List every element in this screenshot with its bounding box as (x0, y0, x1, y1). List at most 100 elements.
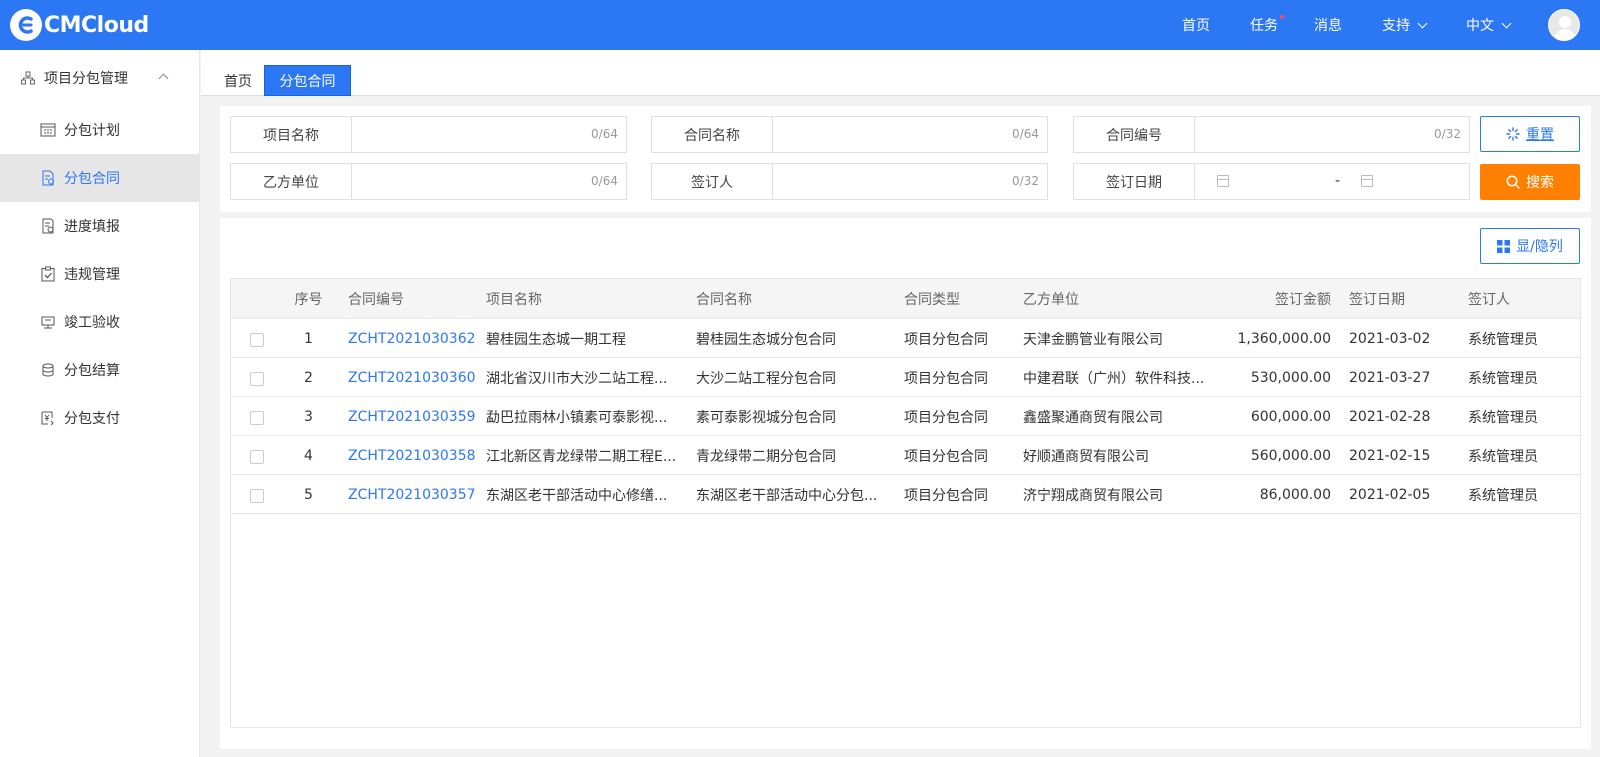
contract-no-label: 合同编号 (1074, 117, 1195, 152)
header-party-b[interactable]: 乙方单位 (1023, 279, 1213, 319)
project-name-field: 项目名称 0/64 (230, 116, 627, 153)
header-type[interactable]: 合同类型 (904, 279, 1004, 319)
calendar-grid-icon (40, 123, 56, 137)
row-index: 2 (304, 369, 313, 386)
contract-no-link[interactable]: ZCHT2021030358 (348, 436, 478, 475)
toggle-columns-button[interactable]: 显/隐列 (1480, 228, 1580, 264)
language-label: 中文 (1466, 18, 1494, 34)
header-date[interactable]: 签订日期 (1349, 279, 1449, 319)
sign-date-range-input[interactable]: - (1195, 164, 1469, 199)
sidebar-item-violation[interactable]: 违规管理 (0, 250, 199, 298)
table-row[interactable]: 2 ZCHT2021030360 湖北省汉川市大沙二站工程... 大沙二站工程分包合同… (231, 358, 1580, 397)
table-row[interactable]: 1 ZCHT2021030362 碧桂园生态城一期工程 碧桂园生态城分包合同 项目分包合… (231, 319, 1580, 358)
row-project: 勐巴拉雨林小镇素可泰影视... (486, 409, 668, 426)
char-counter: 0/64 (591, 127, 618, 141)
table-row[interactable]: 5 ZCHT2021030357 东湖区老干部活动中心修缮... 东湖区老干部活动中心… (231, 475, 1580, 514)
table-header-row: 序号 合同编号 项目名称 合同名称 合同类型 乙方单位 签订金额 签订日期 签订… (231, 279, 1580, 319)
row-checkbox-cell (247, 358, 267, 397)
logo[interactable]: CMCloud (10, 9, 149, 41)
calendar-icon[interactable] (1361, 175, 1373, 187)
header-signer[interactable]: 签订人 (1468, 279, 1568, 319)
row-checkbox[interactable] (250, 333, 264, 347)
table-row[interactable]: 3 ZCHT2021030359 勐巴拉雨林小镇素可泰影视... 素可泰影视城分包合同… (231, 397, 1580, 436)
signer-input[interactable]: 0/32 (773, 164, 1047, 199)
nav-home[interactable]: 首页 (1182, 15, 1210, 35)
logo-text: CMCloud (44, 12, 149, 38)
tab-home[interactable]: 首页 (213, 65, 263, 96)
row-amount: 560,000.00 (1250, 447, 1331, 464)
contract-no-link[interactable]: ZCHT2021030359 (348, 397, 478, 436)
org-chart-icon (21, 71, 35, 85)
sidebar-item-payment[interactable]: 分包支付 (0, 394, 199, 442)
nav-support-dropdown[interactable]: 支持 (1382, 15, 1428, 35)
row-date: 2021-02-05 (1349, 486, 1431, 503)
row-checkbox[interactable] (250, 489, 264, 503)
acceptance-icon (41, 316, 55, 329)
row-type: 项目分包合同 (904, 487, 988, 504)
sidebar-item-acceptance[interactable]: 竣工验收 (0, 298, 199, 346)
row-project: 东湖区老干部活动中心修缮... (486, 487, 668, 504)
row-signer: 系统管理员 (1468, 370, 1538, 387)
header-amount[interactable]: 签订金额 (1231, 279, 1331, 319)
contract-table: 序号 合同编号 项目名称 合同名称 合同类型 乙方单位 签订金额 签订日期 签订… (230, 278, 1581, 728)
party-b-label: 乙方单位 (231, 164, 352, 199)
contract-name-input[interactable]: 0/64 (773, 117, 1047, 152)
row-party-b: 天津金鹏管业有限公司 (1023, 331, 1163, 348)
project-name-input[interactable]: 0/64 (352, 117, 626, 152)
clipboard-check-icon (41, 266, 55, 282)
signer-field: 签订人 0/32 (651, 163, 1048, 200)
char-counter: 0/32 (1434, 127, 1461, 141)
notification-dot (1280, 15, 1284, 19)
user-avatar[interactable] (1548, 9, 1580, 41)
date-range-separator: - (1335, 173, 1341, 189)
sidebar-item-progress[interactable]: 进度填报 (0, 202, 199, 250)
row-checkbox[interactable] (250, 411, 264, 425)
row-amount: 600,000.00 (1250, 408, 1331, 425)
sidebar-group-subcontract[interactable]: 项目分包管理 (0, 50, 199, 106)
nav-tasks-label: 任务 (1250, 18, 1278, 34)
row-amount: 530,000.00 (1250, 369, 1331, 386)
header-contract-name[interactable]: 合同名称 (696, 279, 886, 319)
contract-no-field: 合同编号 0/32 (1073, 116, 1470, 153)
header-index[interactable]: 序号 (286, 279, 331, 319)
page-tabs: 首页 分包合同 (201, 50, 1600, 96)
sidebar-item-label: 进度填报 (64, 219, 120, 235)
contract-no-input[interactable]: 0/32 (1195, 117, 1469, 152)
chevron-down-icon (1417, 18, 1428, 28)
tab-contract[interactable]: 分包合同 (264, 65, 351, 96)
contract-no-link[interactable]: ZCHT2021030362 (348, 319, 478, 358)
nav-messages[interactable]: 消息 (1314, 15, 1342, 35)
row-contract-name: 碧桂园生态城分包合同 (696, 331, 836, 348)
header-contract-no[interactable]: 合同编号 (348, 279, 478, 319)
row-checkbox[interactable] (250, 372, 264, 386)
language-dropdown[interactable]: 中文 (1466, 15, 1512, 35)
row-type: 项目分包合同 (904, 370, 988, 387)
row-signer: 系统管理员 (1468, 487, 1538, 504)
sidebar-item-plan[interactable]: 分包计划 (0, 106, 199, 154)
row-party-b: 中建君联（广州）软件科技... (1023, 370, 1205, 387)
table-row[interactable]: 4 ZCHT2021030358 江北新区青龙绿带二期工程E... 青龙绿带二期分包合… (231, 436, 1580, 475)
reset-button[interactable]: 重置 (1480, 116, 1580, 152)
contract-name-field: 合同名称 0/64 (651, 116, 1048, 153)
chevron-up-icon (158, 73, 169, 84)
contract-icon (42, 170, 54, 186)
header-project[interactable]: 项目名称 (486, 279, 676, 319)
search-button[interactable]: 搜索 (1480, 164, 1580, 200)
filter-panel: 项目名称 0/64 合同名称 0/64 合同编号 0/32 重置 乙方单位 0/… (220, 106, 1591, 212)
sidebar-item-settlement[interactable]: 分包结算 (0, 346, 199, 394)
party-b-input[interactable]: 0/64 (352, 164, 626, 199)
row-date: 2021-02-28 (1349, 408, 1431, 425)
row-contract-name: 东湖区老干部活动中心分包... (696, 487, 878, 504)
contract-no-link[interactable]: ZCHT2021030360 (348, 358, 478, 397)
sidebar-item-contract[interactable]: 分包合同 (0, 154, 199, 202)
row-type: 项目分包合同 (904, 409, 988, 426)
party-b-field: 乙方单位 0/64 (230, 163, 627, 200)
nav-tasks[interactable]: 任务 (1250, 15, 1284, 35)
contract-name-label: 合同名称 (652, 117, 773, 152)
search-button-label: 搜索 (1526, 175, 1554, 191)
contract-no-link[interactable]: ZCHT2021030357 (348, 475, 478, 514)
row-index: 3 (304, 408, 313, 425)
row-checkbox[interactable] (250, 450, 264, 464)
sidebar-item-label: 分包结算 (64, 363, 120, 379)
calendar-icon[interactable] (1217, 175, 1229, 187)
